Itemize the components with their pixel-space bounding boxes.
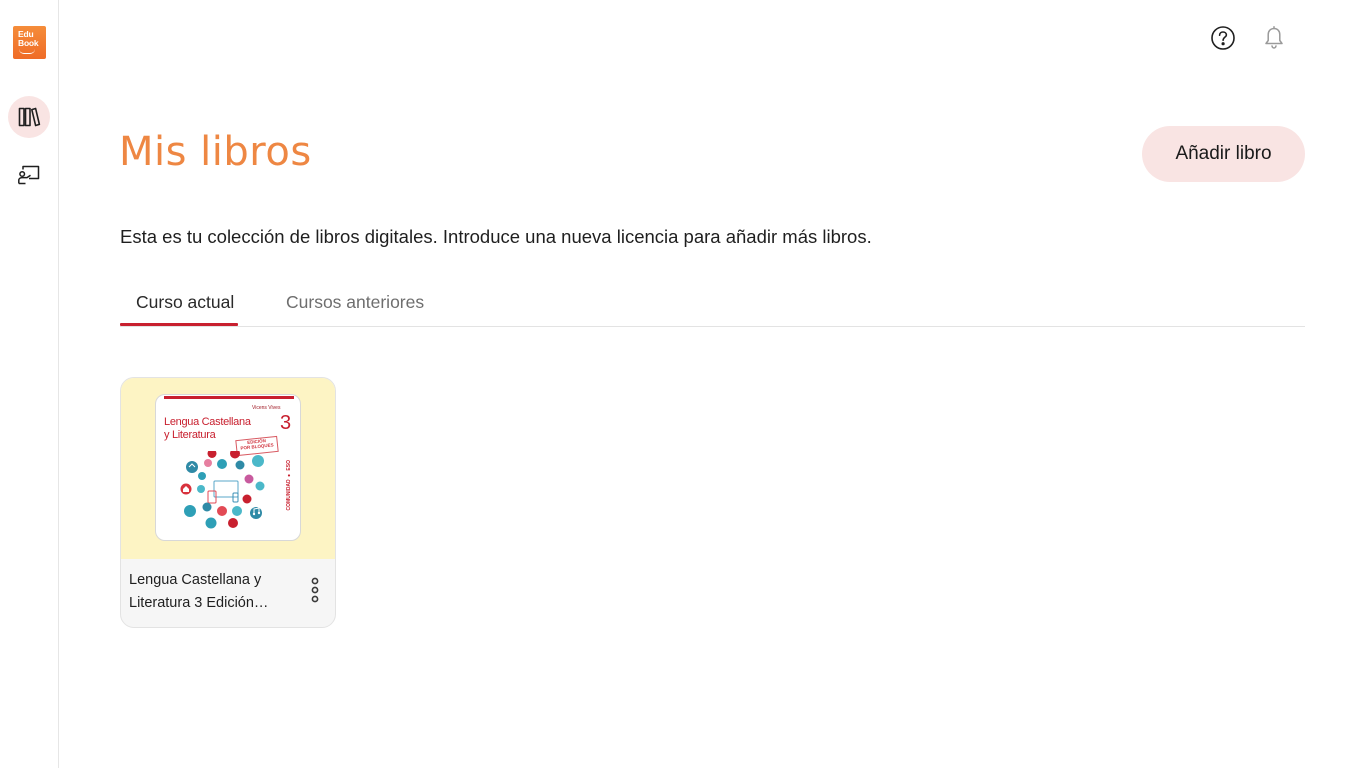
- cover-top-bar: [164, 396, 294, 399]
- add-book-button[interactable]: Añadir libro: [1142, 126, 1305, 182]
- edubook-logo[interactable]: Edu Book: [13, 26, 46, 59]
- tab-previous-courses[interactable]: Cursos anteriores: [286, 280, 424, 325]
- logo-swoosh: [19, 49, 35, 54]
- book-card[interactable]: Vicens Vives Lengua Castellana y Literat…: [120, 377, 336, 628]
- cover-grade: 3: [280, 412, 292, 434]
- classroom-icon: [18, 165, 40, 185]
- bell-icon: [1265, 26, 1283, 49]
- help-button[interactable]: [1209, 24, 1237, 52]
- tab-current-course[interactable]: Curso actual: [136, 280, 234, 325]
- active-tab-indicator: [120, 323, 238, 326]
- app-root: Edu Book Mis libros Añadir libro Esta es…: [0, 0, 1366, 768]
- page-title: Mis libros: [119, 129, 312, 175]
- course-tabs: Curso actual Cursos anteriores: [120, 280, 1305, 327]
- notifications-button[interactable]: [1260, 24, 1288, 52]
- book-cover-area: Vicens Vives Lengua Castellana y Literat…: [121, 378, 335, 559]
- library-icon: [18, 107, 41, 127]
- logo-text-line2: Book: [18, 37, 39, 48]
- page-description: Esta es tu colección de libros digitales…: [120, 226, 872, 247]
- sidebar-item-library[interactable]: [8, 96, 50, 138]
- book-options-button[interactable]: [303, 576, 327, 604]
- cover-side-text: COMUNIDAD ● ESO: [286, 460, 292, 511]
- help-icon: [1211, 26, 1235, 50]
- book-cover[interactable]: Vicens Vives Lengua Castellana y Literat…: [155, 394, 301, 541]
- cover-title-line1: Lengua Castellana: [164, 416, 251, 428]
- cover-illustration: [180, 451, 265, 529]
- book-title: Lengua Castellana y Literatura 3 Edición…: [129, 572, 269, 611]
- cover-publisher: Vicens Vives: [252, 405, 281, 411]
- sidebar: Edu Book: [0, 0, 59, 768]
- sidebar-item-classroom[interactable]: [8, 154, 50, 196]
- more-vertical-icon: [311, 577, 319, 603]
